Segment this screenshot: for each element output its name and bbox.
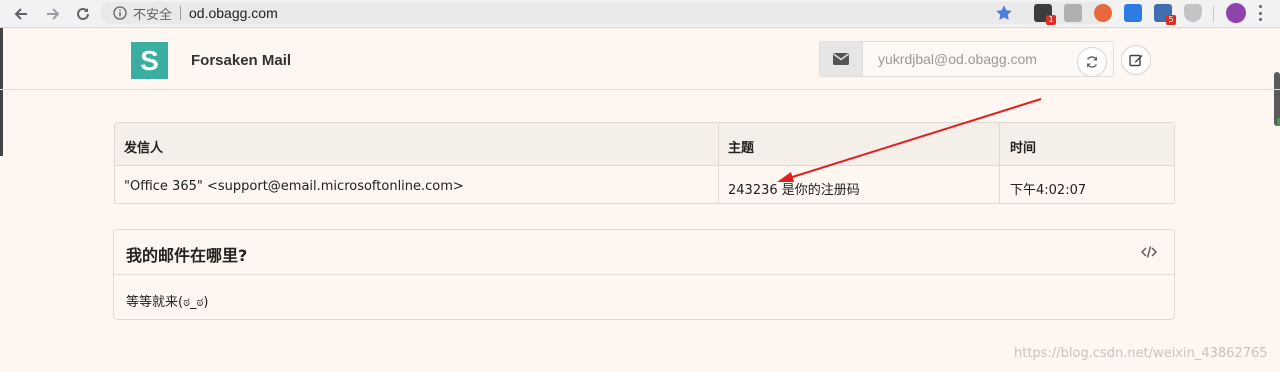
browser-toolbar: 不安全 od.obagg.com 1 5 [0,0,1280,28]
info-panel: 我的邮件在哪里? 等等就来(ಠ_ಠ) [113,229,1175,320]
edit-icon [1129,54,1143,67]
profile-avatar[interactable] [1226,3,1246,23]
column-header-time: 时间 [1010,141,1037,156]
app-logo[interactable]: S [131,42,168,79]
bookmark-star-icon[interactable] [995,4,1013,22]
refresh-icon [1086,56,1098,68]
address-divider [180,6,182,20]
toolbar-divider [1213,6,1214,22]
app-brand-name[interactable]: Forsaken Mail [191,52,291,69]
watermark-text: https://blog.csdn.net/weixin_43862765 [1014,346,1268,361]
url-text[interactable]: od.obagg.com [189,5,278,21]
panel-body-text: 等等就来(ಠ_ಠ) [126,295,209,310]
envelope-icon [820,42,863,76]
row-sender[interactable]: "Office 365" <support@email.microsoftonl… [124,179,464,194]
app-header: S Forsaken Mail [0,29,1280,90]
column-divider [718,123,719,203]
compose-button[interactable] [1121,45,1151,75]
email-address-group [819,41,1114,77]
row-time[interactable]: 下午4:02:07 [1010,179,1086,198]
column-divider [999,123,1000,203]
forward-button[interactable] [42,3,64,25]
security-label: 不安全 [133,7,173,23]
row-subject[interactable]: 243236 是你的注册码 [728,179,860,198]
back-button[interactable] [10,3,32,25]
panel-title: 我的邮件在哪里? [126,246,248,265]
arrow-left-icon [14,8,27,20]
column-header-sender: 发信人 [124,141,164,156]
extension-icon-3[interactable] [1094,4,1112,22]
extension-icon-6[interactable] [1184,4,1202,22]
info-icon[interactable] [113,6,127,20]
extension-icon-5[interactable]: 5 [1154,4,1176,25]
extension-badge: 5 [1166,15,1176,25]
code-icon[interactable] [1141,245,1157,259]
reload-button[interactable] [72,3,94,25]
extension-icon-4[interactable] [1124,4,1142,22]
browser-menu-icon[interactable] [1257,5,1263,21]
extension-badge: 1 [1046,15,1056,25]
extension-icon-1[interactable]: 1 [1034,4,1056,25]
email-address-input[interactable] [863,42,1113,76]
address-bar[interactable]: 不安全 od.obagg.com [100,2,1110,24]
extension-icon-2[interactable] [1064,4,1082,22]
arrow-right-icon [47,8,60,20]
panel-header [114,230,1174,275]
column-header-subject: 主题 [728,141,755,156]
refresh-button[interactable] [1077,47,1107,77]
mail-table: 发信人 主题 时间 "Office 365" <support@email.mi… [114,122,1175,204]
reload-icon [77,7,89,20]
